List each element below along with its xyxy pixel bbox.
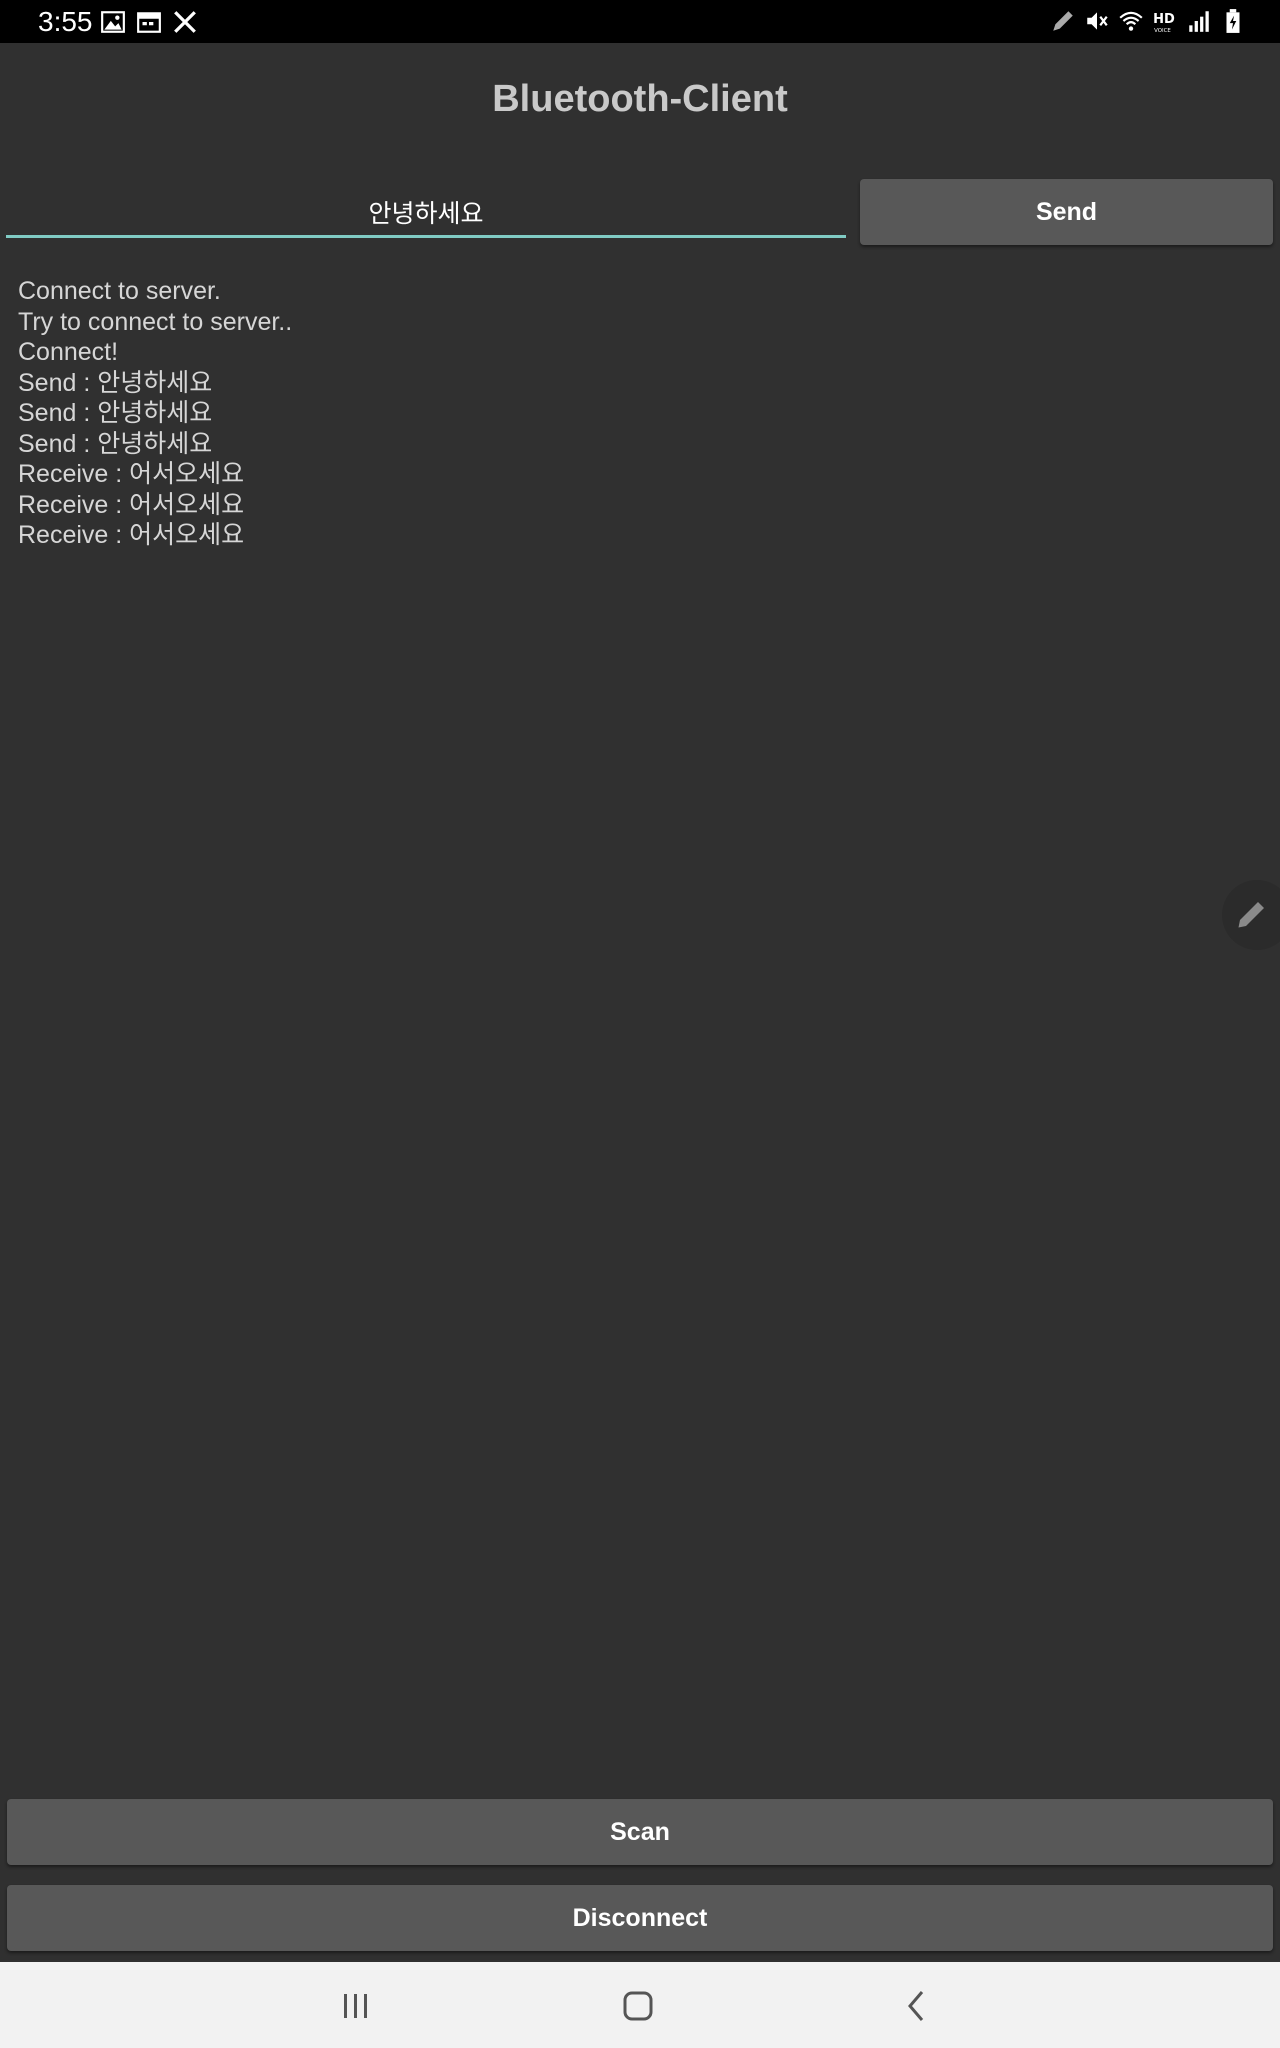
status-bar: 3:55 HD VOICE — [0, 0, 1280, 43]
log-line: Receive : 어서오세요 — [18, 521, 245, 549]
app-title: Bluetooth-Client — [492, 78, 788, 120]
battery-charging-icon — [1226, 9, 1240, 33]
log-line: Receive : 어서오세요 — [18, 460, 245, 488]
pen-icon — [1053, 11, 1073, 31]
hd-voice-icon: HDVOICE — [1153, 12, 1175, 34]
log-line: Send : 안녕하세요 — [18, 429, 213, 458]
log-line: Send : 안녕하세요 — [18, 368, 213, 397]
calendar-icon — [137, 12, 161, 33]
mute-icon — [1087, 12, 1108, 30]
edit-floating-button[interactable] — [1222, 880, 1280, 950]
pencil-icon — [1238, 902, 1264, 928]
home-icon[interactable] — [616, 1984, 660, 2028]
tools-icon — [174, 11, 196, 33]
recents-icon[interactable] — [334, 1984, 378, 2028]
signal-icon — [1189, 11, 1209, 32]
log-line: Connect! — [18, 338, 119, 366]
status-right-icons: HD VOICE — [1050, 8, 1246, 34]
navigation-bar — [0, 1962, 1280, 2048]
log-line: Try to connect to server.. — [18, 307, 293, 336]
log-line: Send : 안녕하세요 — [18, 399, 213, 427]
gallery-icon — [101, 11, 125, 33]
svg-text:VOICE: VOICE — [1154, 28, 1171, 34]
log-line: Receive : 어서오세요 — [18, 490, 245, 519]
message-input[interactable] — [6, 188, 846, 238]
scan-button[interactable]: Scan — [7, 1799, 1273, 1865]
status-left-icons — [100, 9, 198, 35]
svg-text:HD: HD — [1153, 12, 1175, 27]
disconnect-button[interactable]: Disconnect — [7, 1885, 1273, 1951]
wifi-icon — [1119, 11, 1143, 31]
message-log: Connect to server. Try to connect to ser… — [18, 276, 918, 551]
send-button[interactable]: Send — [860, 179, 1273, 245]
status-time: 3:55 — [38, 6, 93, 37]
log-line: Connect to server. — [18, 277, 221, 305]
back-icon[interactable] — [896, 1984, 940, 2028]
